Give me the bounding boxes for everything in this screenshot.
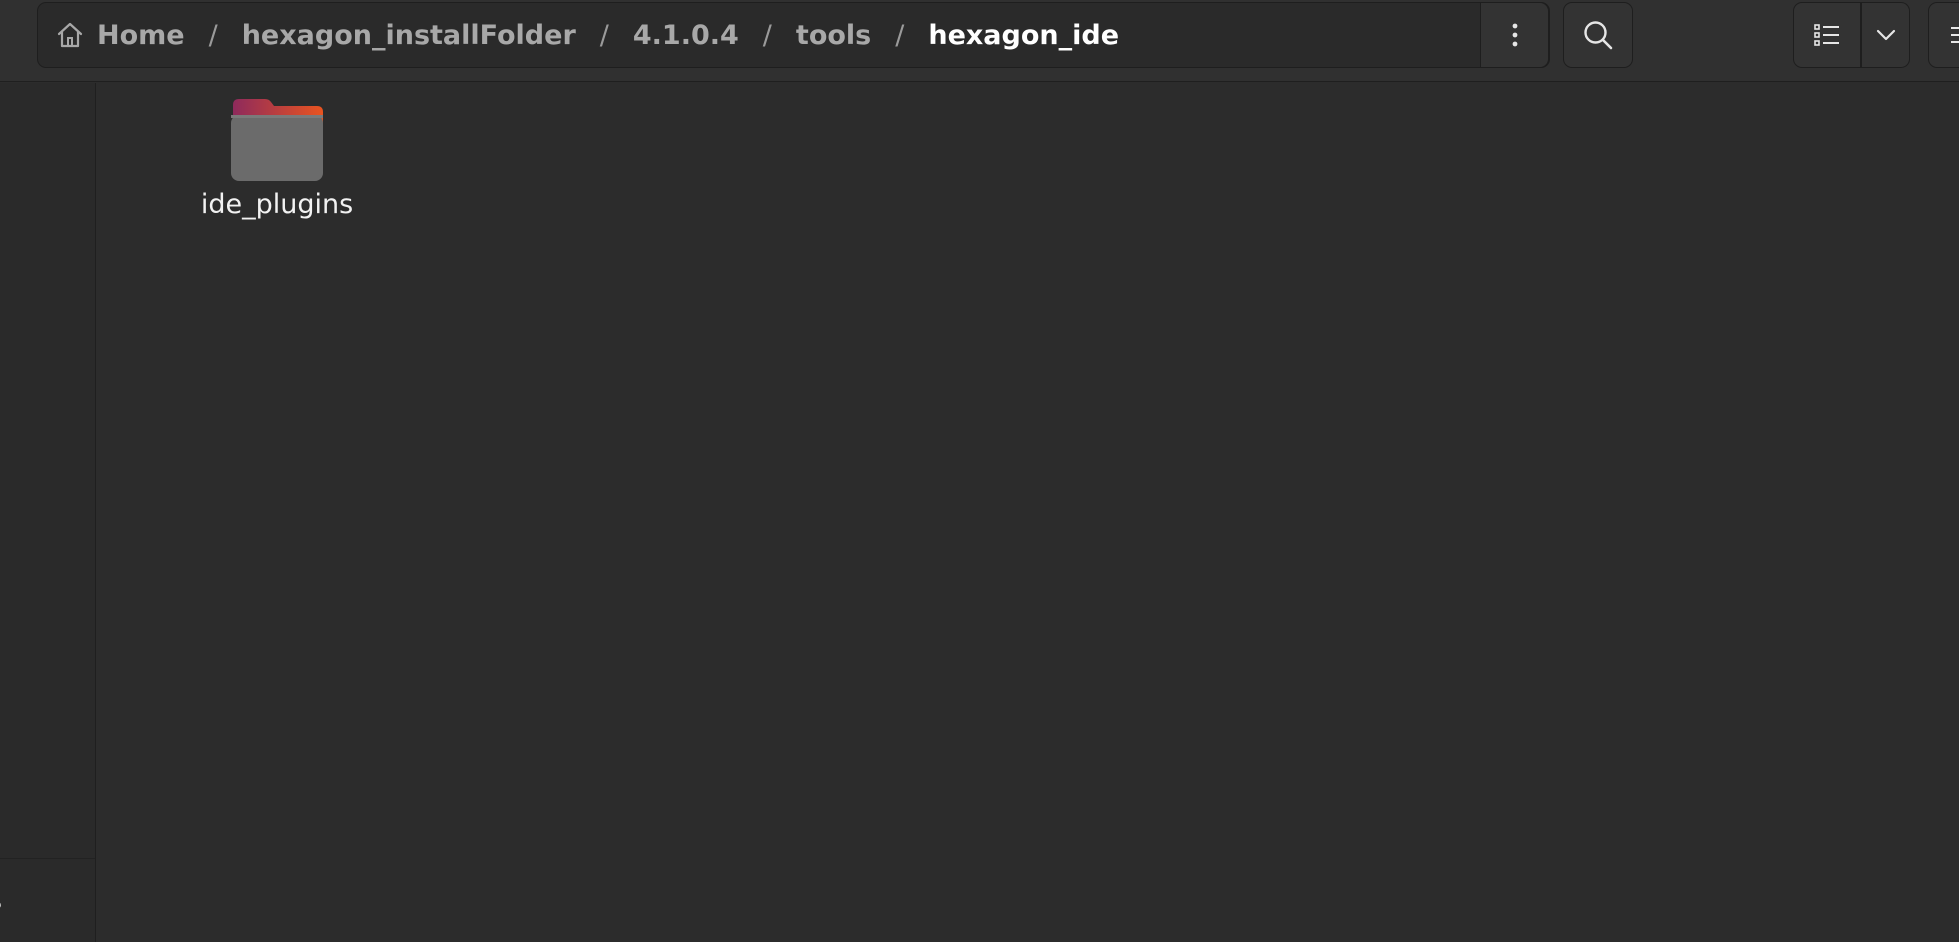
- breadcrumb-current[interactable]: hexagon_ide: [928, 20, 1119, 51]
- breadcrumb-version[interactable]: 4.1.0.4: [633, 20, 739, 51]
- breadcrumb-label: Home: [97, 19, 185, 51]
- sidebar-item-other-locations[interactable]: s: [0, 858, 95, 942]
- sidebar: s: [0, 83, 96, 942]
- path-bar: Home / hexagon_installFolder / 4.1.0.4 /…: [37, 2, 1550, 68]
- vertical-dots-icon: [1512, 23, 1517, 47]
- header-bar: Home / hexagon_installFolder / 4.1.0.4 /…: [0, 0, 1959, 82]
- chevron-down-icon: [1876, 29, 1895, 41]
- folder-item[interactable]: ide_plugins: [191, 97, 363, 220]
- folder-name: ide_plugins: [200, 189, 354, 220]
- breadcrumb-separator: /: [599, 19, 609, 51]
- hamburger-icon: [1951, 27, 1959, 43]
- breadcrumb-separator: /: [895, 19, 905, 51]
- file-view[interactable]: ide_plugins: [97, 83, 1959, 942]
- breadcrumb-separator: /: [208, 19, 218, 51]
- sidebar-item-label: s: [0, 885, 2, 916]
- list-view-icon: [1814, 24, 1839, 46]
- breadcrumb-home[interactable]: Home: [55, 20, 185, 51]
- path-menu-button[interactable]: [1480, 2, 1549, 68]
- list-view-button[interactable]: [1793, 2, 1861, 68]
- file-manager-window: Home / hexagon_installFolder / 4.1.0.4 /…: [0, 0, 1959, 942]
- search-icon: [1584, 21, 1613, 50]
- view-options-dropdown-button[interactable]: [1861, 2, 1910, 68]
- home-icon: [57, 22, 83, 48]
- breadcrumb-tools[interactable]: tools: [796, 20, 871, 51]
- main-menu-button[interactable]: [1928, 2, 1959, 68]
- breadcrumb-separator: /: [762, 19, 772, 51]
- breadcrumb-install-folder[interactable]: hexagon_installFolder: [242, 20, 576, 51]
- search-button[interactable]: [1563, 2, 1633, 68]
- folder-icon: [231, 99, 323, 181]
